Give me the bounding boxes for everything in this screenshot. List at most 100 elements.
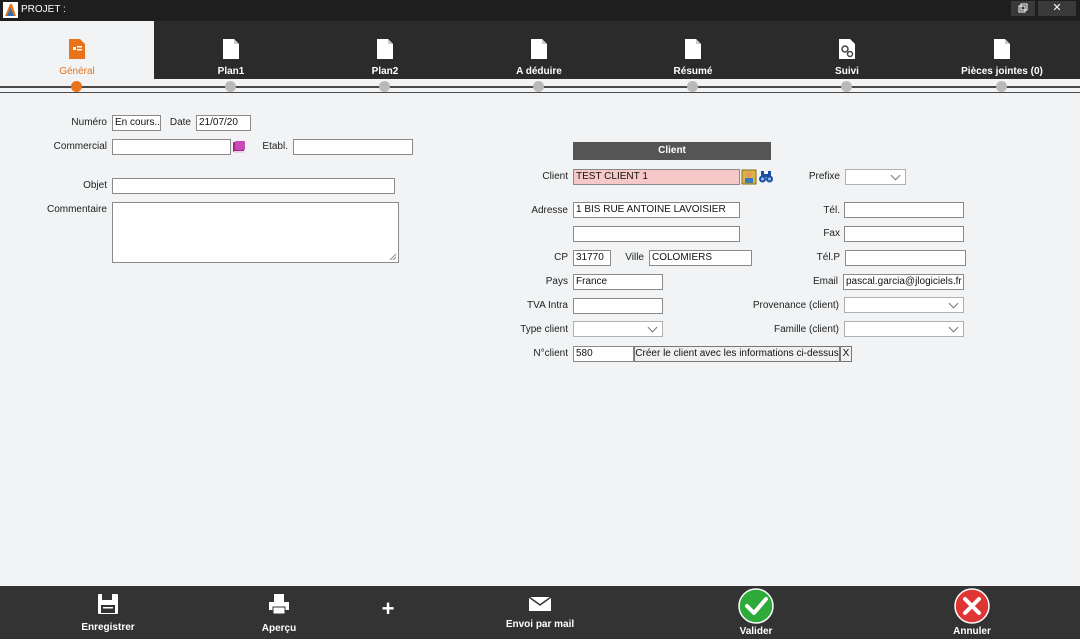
- provenance-select[interactable]: [844, 297, 964, 313]
- email-field[interactable]: pascal.garcia@jlogiciels.fr: [843, 274, 964, 290]
- timeline-dot-general[interactable]: [71, 81, 82, 92]
- cancel-label: Annuler: [953, 626, 991, 637]
- prefixe-select[interactable]: [845, 169, 906, 185]
- tab-label: A déduire: [516, 66, 562, 77]
- resize-grip-icon[interactable]: [389, 253, 397, 261]
- cancel-button[interactable]: Annuler: [942, 586, 1002, 639]
- tab-bar: Général Plan1 Plan2 A déduire Résumé Sui…: [0, 21, 1080, 79]
- adresse-label: Adresse: [531, 205, 568, 216]
- famille-label: Famille (client): [773, 324, 839, 335]
- save-label: Enregistrer: [81, 622, 135, 633]
- chevron-down-icon: [890, 170, 901, 181]
- commercial-label: Commercial: [53, 141, 107, 152]
- envelope-icon: [528, 596, 552, 611]
- window-title: PROJET :: [21, 4, 66, 15]
- save-button[interactable]: Enregistrer: [70, 586, 146, 639]
- telp-field[interactable]: [845, 250, 966, 266]
- send-mail-button[interactable]: Envoi par mail: [500, 586, 580, 639]
- dismiss-create-button[interactable]: X: [840, 346, 852, 362]
- prefixe-label: Prefixe: [808, 171, 840, 182]
- document-edit-icon: [69, 39, 85, 59]
- commentaire-label: Commentaire: [46, 204, 107, 215]
- date-field[interactable]: 21/07/20: [196, 115, 251, 131]
- client-field[interactable]: TEST CLIENT 1: [573, 169, 740, 185]
- timeline-dot-resume[interactable]: [687, 81, 698, 92]
- bottom-toolbar: Enregistrer Aperçu + Envoi par mail Vali…: [0, 586, 1080, 639]
- add-button[interactable]: +: [372, 586, 404, 639]
- tel-field[interactable]: [844, 202, 964, 218]
- ville-field[interactable]: COLOMIERS: [649, 250, 752, 266]
- send-mail-label: Envoi par mail: [505, 619, 575, 630]
- preview-label: Aperçu: [261, 623, 297, 634]
- book-lookup-icon[interactable]: [231, 139, 247, 155]
- nclient-field[interactable]: 580: [573, 346, 634, 362]
- tab-label: Général: [59, 66, 95, 77]
- objet-label: Objet: [83, 180, 107, 191]
- printer-icon: [269, 594, 289, 615]
- tab-label: Résumé: [673, 66, 713, 77]
- client-label: Client: [542, 171, 568, 182]
- timeline-dot-plan1[interactable]: [225, 81, 236, 92]
- type-client-select[interactable]: [573, 321, 663, 337]
- document-icon: [994, 39, 1010, 59]
- telp-label: Tél.P: [816, 252, 840, 263]
- restore-button[interactable]: [1011, 1, 1035, 16]
- timeline-dot-plan2[interactable]: [379, 81, 390, 92]
- tab-resume[interactable]: Résumé: [616, 21, 770, 79]
- fax-label: Fax: [823, 228, 840, 239]
- nclient-label: N°client: [533, 348, 568, 359]
- tab-label: Plan1: [217, 66, 245, 77]
- pays-field[interactable]: France: [573, 274, 663, 290]
- document-icon: [377, 39, 393, 59]
- tab-pieces-jointes[interactable]: Pièces jointes (0): [924, 21, 1080, 79]
- timeline-dot-suivi[interactable]: [841, 81, 852, 92]
- adresse1-field[interactable]: 1 BIS RUE ANTOINE LAVOISIER: [573, 202, 740, 218]
- restore-icon: [1018, 3, 1028, 13]
- chevron-down-icon: [948, 322, 959, 333]
- client-section-header: Client: [573, 142, 771, 160]
- document-icon: [531, 39, 547, 59]
- binoculars-search-icon[interactable]: [758, 169, 774, 185]
- timeline-dot-pieces-jointes[interactable]: [996, 81, 1007, 92]
- email-label: Email: [812, 276, 838, 287]
- cp-field[interactable]: 31770: [573, 250, 611, 266]
- document-icon: [685, 39, 701, 59]
- tab-suivi[interactable]: Suivi: [770, 21, 924, 79]
- fax-field[interactable]: [844, 226, 964, 242]
- document-gears-icon: [839, 39, 855, 59]
- document-icon: [223, 39, 239, 59]
- floppy-disk-icon: [98, 594, 118, 614]
- commentaire-textarea[interactable]: [112, 202, 399, 263]
- cp-label: CP: [554, 252, 568, 263]
- preview-button[interactable]: Aperçu: [250, 586, 308, 639]
- tab-a-deduire[interactable]: A déduire: [462, 21, 616, 79]
- etabl-field[interactable]: [293, 139, 413, 155]
- type-client-label: Type client: [520, 324, 568, 335]
- adresse2-field[interactable]: [573, 226, 740, 242]
- check-circle-icon: [738, 588, 774, 624]
- validate-button[interactable]: Valider: [726, 586, 786, 639]
- client-card-icon[interactable]: [741, 169, 757, 185]
- numero-field[interactable]: En cours...: [112, 115, 161, 131]
- plus-icon: +: [381, 596, 395, 621]
- create-client-button[interactable]: Créer le client avec les informations ci…: [634, 346, 840, 362]
- app-logo-icon: [3, 2, 18, 18]
- date-label: Date: [169, 117, 191, 128]
- close-window-button[interactable]: ✕: [1038, 1, 1076, 16]
- famille-select[interactable]: [844, 321, 964, 337]
- timeline-dot-a-deduire[interactable]: [533, 81, 544, 92]
- tab-label: Plan2: [371, 66, 399, 77]
- tva-field[interactable]: [573, 298, 663, 314]
- tab-plan2[interactable]: Plan2: [308, 21, 462, 79]
- tab-label: Suivi: [835, 66, 859, 77]
- tab-plan1[interactable]: Plan1: [154, 21, 308, 79]
- timeline-divider: [0, 92, 1080, 93]
- title-bar: PROJET : ✕: [0, 0, 1080, 21]
- etabl-label: Etabl.: [262, 141, 288, 152]
- tab-label: Pièces jointes (0): [961, 66, 1043, 77]
- chevron-down-icon: [948, 298, 959, 309]
- objet-field[interactable]: [112, 178, 395, 194]
- tab-general[interactable]: Général: [0, 21, 154, 79]
- tel-label: Tél.: [823, 205, 840, 216]
- commercial-field[interactable]: [112, 139, 231, 155]
